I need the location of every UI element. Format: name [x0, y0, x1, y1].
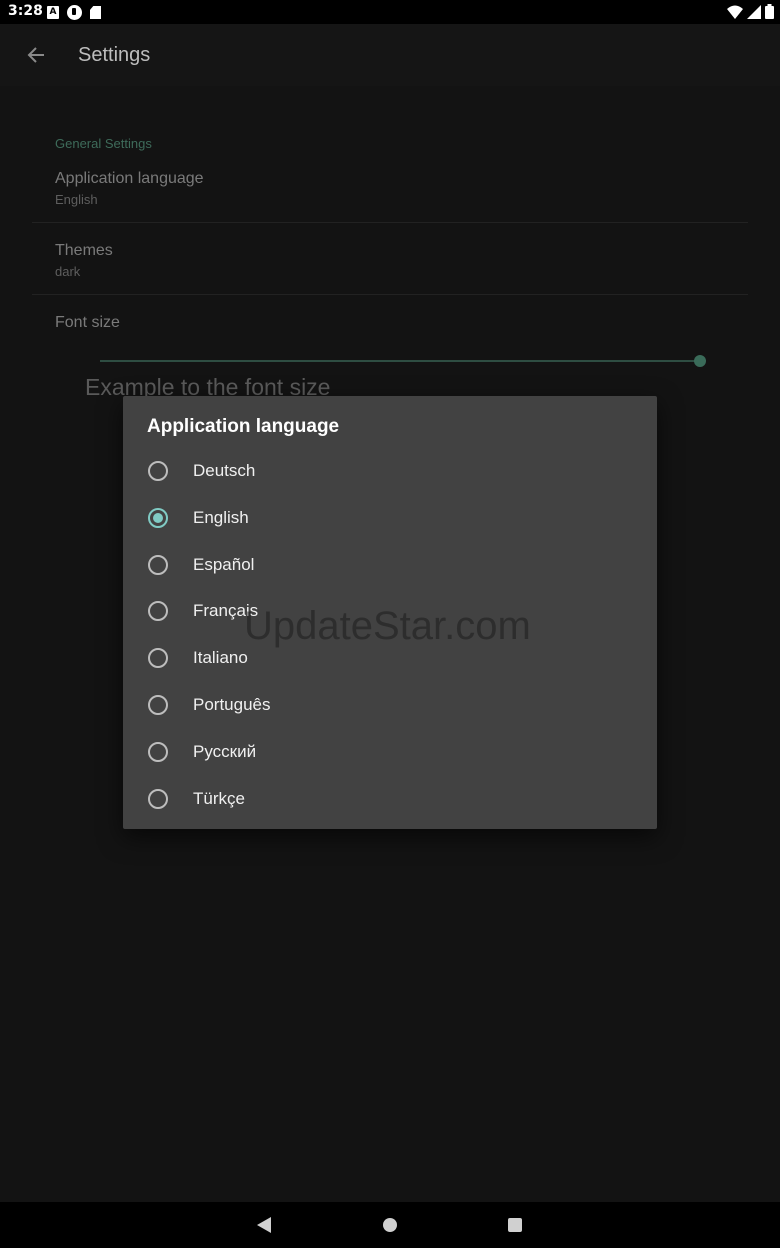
option-label: Português [193, 695, 271, 714]
radio-button[interactable] [148, 695, 168, 715]
back-button[interactable] [18, 37, 54, 73]
status-time: 3:28 [8, 3, 43, 19]
battery-icon [765, 4, 774, 19]
sd-card-icon [90, 6, 101, 19]
arrow-back-icon [27, 47, 44, 63]
divider [32, 294, 748, 295]
radio-button[interactable] [148, 648, 168, 668]
radio-button-checked[interactable] [148, 508, 168, 528]
radio-button[interactable] [148, 555, 168, 575]
option-label: English [193, 508, 249, 527]
app-notification-icon [67, 5, 82, 20]
preference-summary: English [55, 192, 98, 207]
nav-home-icon[interactable] [383, 1218, 397, 1232]
dialog-title: Application language [147, 416, 340, 437]
preference-title: Application language [55, 170, 204, 187]
signal-icon [747, 4, 761, 19]
notification-icons: A [47, 5, 101, 20]
option-label: Türkçe [193, 789, 245, 808]
nav-recents-icon[interactable] [508, 1218, 522, 1232]
preference-summary: dark [55, 264, 81, 279]
navigation-bar [0, 1202, 780, 1248]
language-option-russian[interactable]: Русский [123, 729, 657, 776]
preference-title: Themes [55, 242, 113, 259]
language-option-turkce[interactable]: Türkçe [123, 776, 657, 823]
divider [32, 222, 748, 223]
app-bar: Settings [0, 24, 780, 86]
a-notification-icon: A [47, 6, 59, 19]
preference-title: Font size [55, 314, 120, 331]
section-header: General Settings [55, 136, 152, 151]
option-label: Italiano [193, 648, 248, 667]
wifi-icon [727, 5, 743, 19]
option-label: Русский [193, 742, 257, 761]
option-label: Español [193, 555, 255, 574]
nav-back-icon[interactable] [257, 1217, 271, 1233]
status-bar: 3:28 A [0, 0, 780, 24]
themes-preference[interactable]: Themes dark [55, 242, 113, 279]
application-language-preference[interactable]: Application language English [55, 170, 204, 207]
language-option-deutsch[interactable]: Deutsch [123, 448, 657, 495]
language-option-espanol[interactable]: Español [123, 542, 657, 589]
option-label: Deutsch [193, 461, 256, 480]
font-size-slider-thumb[interactable] [694, 355, 706, 367]
language-option-portugues[interactable]: Português [123, 682, 657, 729]
radio-button[interactable] [148, 789, 168, 809]
font-size-slider[interactable] [100, 360, 700, 362]
radio-button[interactable] [148, 601, 168, 621]
page-title: Settings [78, 44, 151, 66]
language-option-english[interactable]: English [123, 495, 657, 542]
font-size-preference: Font size [55, 314, 120, 332]
radio-button[interactable] [148, 742, 168, 762]
radio-button[interactable] [148, 461, 168, 481]
system-icons [727, 4, 774, 19]
watermark: UpdateStar.com [244, 604, 531, 648]
